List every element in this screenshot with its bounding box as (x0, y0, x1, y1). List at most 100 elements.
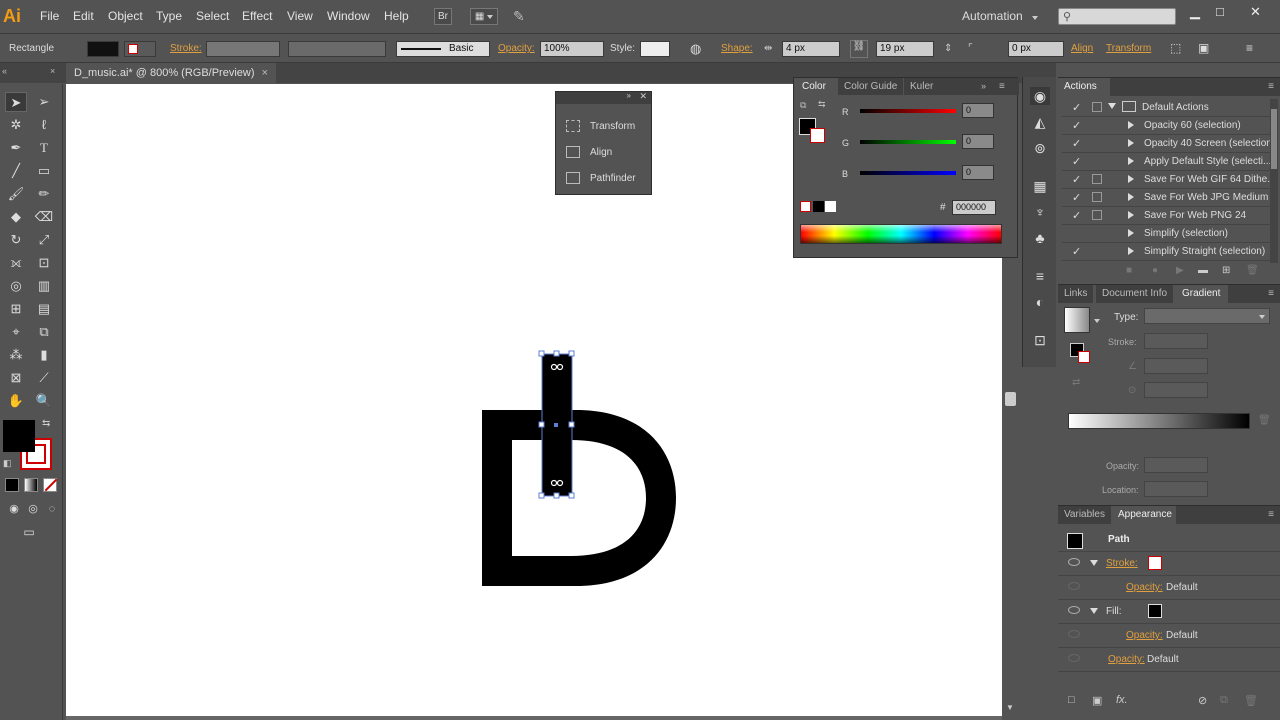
action-row[interactable]: ✓ Opacity 40 Screen (selection) (1062, 135, 1274, 153)
stop-location-field[interactable] (1144, 481, 1208, 497)
floating-panel-header[interactable]: » ✕ (556, 91, 651, 104)
check-icon[interactable]: ✓ (1072, 137, 1081, 150)
letter-d-glyph[interactable] (482, 410, 676, 586)
expanded-triangle-icon[interactable] (1090, 608, 1098, 614)
menu-edit[interactable]: Edit (73, 9, 94, 23)
panel-menu-icon[interactable]: ≡ (1268, 285, 1274, 303)
expand-icon[interactable]: » (981, 78, 986, 95)
graphic-style-swatch[interactable] (640, 41, 670, 57)
check-icon[interactable]: ✓ (1072, 245, 1081, 258)
zoom-tool-icon[interactable]: 🔍 (33, 391, 55, 411)
collapsed-triangle-icon[interactable] (1128, 157, 1134, 165)
menu-select[interactable]: Select (196, 9, 229, 23)
gradient-type-select[interactable] (1144, 308, 1270, 324)
paintbrush-tool-icon[interactable]: 🖌 (5, 184, 27, 204)
brushes-icon[interactable]: ♆ (1030, 203, 1050, 221)
expanded-triangle-icon[interactable] (1108, 103, 1116, 109)
eraser-tool-icon[interactable]: ⌫ (33, 207, 55, 227)
collapsed-triangle-icon[interactable] (1128, 175, 1134, 183)
fill-opacity-row[interactable]: Opacity: Default (1058, 624, 1280, 648)
rotate-tool-icon[interactable]: ↻ (5, 230, 27, 250)
scroll-thumb[interactable] (1005, 392, 1016, 406)
angle-field[interactable] (1144, 358, 1208, 374)
menu-view[interactable]: View (287, 9, 313, 23)
resize-handle[interactable] (568, 421, 575, 428)
artboard-tool-icon[interactable]: ⊠ (5, 368, 27, 388)
opacity-label[interactable]: Opacity: (1108, 654, 1145, 665)
gradient-mode-button[interactable] (24, 478, 38, 492)
corner-radius-field[interactable]: 0 px (1008, 41, 1064, 57)
brush-definition[interactable]: Basic (396, 41, 490, 57)
stroke-row[interactable]: Stroke: (1058, 552, 1280, 576)
blob-brush-tool-icon[interactable]: ◆ (5, 207, 27, 227)
transform-panel-button[interactable]: Transform (590, 121, 635, 132)
check-icon[interactable]: ✓ (1072, 119, 1081, 132)
scale-tool-icon[interactable]: ⤢ (33, 230, 55, 250)
gradient-slider[interactable] (1068, 413, 1250, 429)
blue-slider[interactable] (860, 171, 956, 175)
opacity-label[interactable]: Opacity: (498, 43, 535, 54)
resize-handle[interactable] (553, 492, 560, 499)
play-icon[interactable]: ▶ (1176, 265, 1184, 276)
red-slider[interactable] (860, 109, 956, 113)
panel-menu-icon[interactable]: ≡ (1268, 78, 1274, 96)
none-mode-button[interactable] (43, 478, 58, 492)
lasso-tool-icon[interactable]: ℓ (33, 115, 55, 135)
visibility-eye-icon[interactable] (1068, 654, 1080, 662)
perspective-grid-tool-icon[interactable]: ▥ (33, 276, 55, 296)
close-window-button[interactable]: ✕ (1250, 4, 1261, 20)
collapsed-triangle-icon[interactable] (1128, 121, 1134, 129)
aspect-ratio-field[interactable] (1144, 382, 1208, 398)
shape-builder-tool-icon[interactable]: ◎ (5, 276, 27, 296)
scroll-down-icon[interactable]: ▼ (1006, 703, 1014, 712)
resize-handle[interactable] (568, 350, 575, 357)
menu-window[interactable]: Window (327, 9, 370, 23)
delete-stop-icon[interactable]: 🗑 (1258, 415, 1271, 426)
expanded-triangle-icon[interactable] (1090, 560, 1098, 566)
close-icon[interactable]: ✕ (639, 91, 647, 102)
kuler-icon[interactable]: ⊚ (1030, 139, 1050, 157)
workspace-switcher[interactable]: Automation (962, 9, 1039, 23)
black-color-icon[interactable] (813, 201, 824, 212)
eyedropper-tool-icon[interactable]: ⌖ (5, 322, 27, 342)
hex-value[interactable]: 000000 (952, 200, 996, 215)
document-tab[interactable]: D_music.ai* @ 800% (RGB/Preview) × (66, 63, 276, 83)
align-panel-button[interactable]: Align (590, 147, 612, 158)
maximize-button[interactable]: □ (1216, 4, 1224, 19)
width-tool-icon[interactable]: ⟗ (5, 253, 27, 273)
transparency-icon[interactable]: ◐ (1030, 293, 1050, 311)
panel-menu-icon[interactable]: ≡ (999, 78, 1005, 95)
visibility-eye-icon[interactable] (1068, 630, 1080, 638)
default-colors-icon[interactable]: ◧ (3, 458, 12, 469)
tab-kuler[interactable]: Kuler (904, 78, 940, 95)
pen-tool-icon[interactable]: ✒ (5, 138, 27, 158)
collapsed-triangle-icon[interactable] (1128, 247, 1134, 255)
pathfinder-panel-button[interactable]: Pathfinder (590, 173, 636, 184)
gradient-preview[interactable] (1064, 307, 1090, 333)
new-action-icon[interactable]: ⊞ (1222, 265, 1230, 276)
arrange-documents-button[interactable]: ▦ (470, 8, 498, 25)
dialog-toggle[interactable] (1092, 210, 1102, 220)
color-panel-icon[interactable]: ◉ (1030, 87, 1050, 105)
resize-handle[interactable] (538, 421, 545, 428)
duplicate-item-icon[interactable]: ⧉ (1220, 694, 1228, 707)
add-stroke-icon[interactable]: □ (1068, 694, 1075, 706)
direct-selection-tool-icon[interactable]: ➢ (33, 92, 55, 112)
stroke-label[interactable]: Stroke: (1106, 558, 1138, 569)
collapsed-triangle-icon[interactable] (1128, 139, 1134, 147)
tab-color-guide[interactable]: Color Guide (838, 78, 904, 95)
gradient-stroke-swatch[interactable] (1078, 351, 1090, 363)
tab-document-info[interactable]: Document Info (1096, 285, 1174, 303)
slice-tool-icon[interactable]: ⟋ (33, 368, 55, 388)
menu-file[interactable]: File (40, 9, 59, 23)
delete-item-icon[interactable]: 🗑 (1244, 694, 1258, 707)
tab-appearance[interactable]: Appearance (1112, 506, 1178, 524)
object-opacity-row[interactable]: Opacity: Default (1058, 648, 1280, 672)
fill-color-front[interactable] (3, 420, 35, 452)
swap-colors-icon[interactable]: ⇆ (42, 418, 50, 429)
align-link[interactable]: Align (1071, 43, 1093, 54)
check-icon[interactable]: ✓ (1072, 173, 1081, 186)
visibility-eye-icon[interactable] (1068, 606, 1080, 614)
color-guide-icon[interactable]: ◭ (1030, 113, 1050, 131)
swatches-icon[interactable]: ▦ (1030, 177, 1050, 195)
